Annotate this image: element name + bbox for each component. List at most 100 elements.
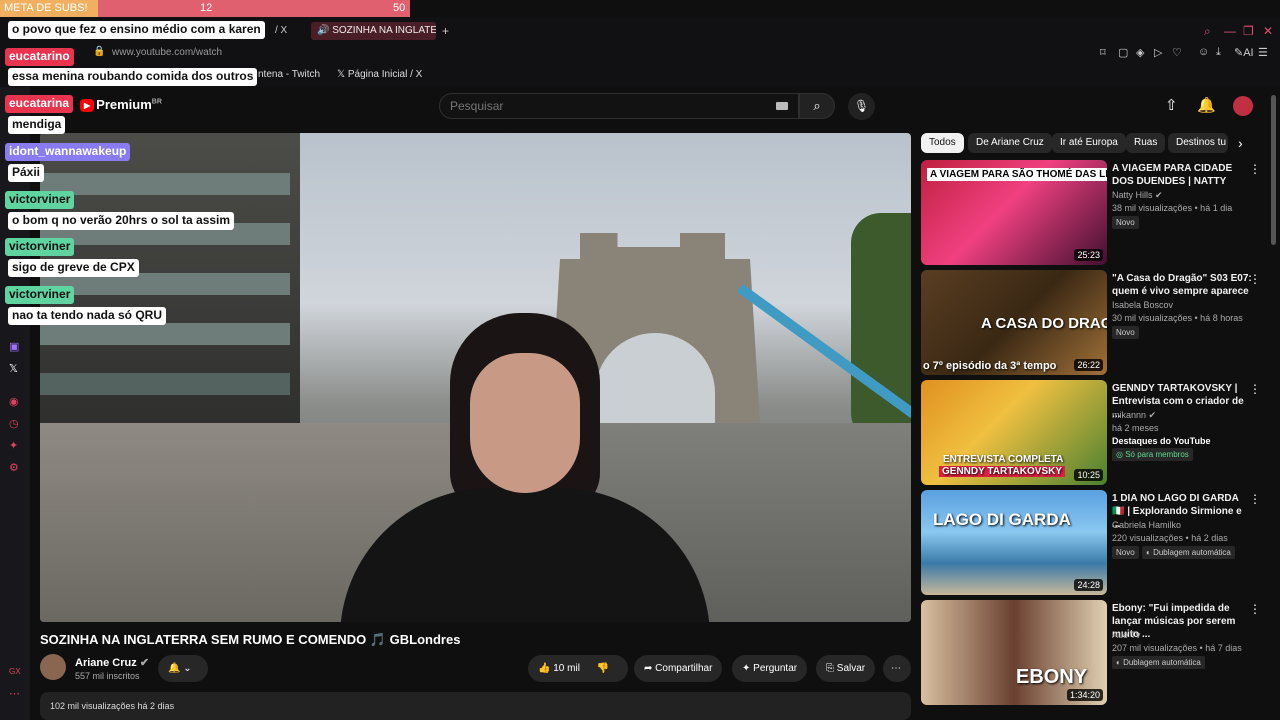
chevron-down-icon: ⌄ [183, 663, 192, 674]
mic-icon: 🎙 [853, 99, 870, 113]
more-vertical-icon[interactable]: ⋮ [1249, 602, 1261, 616]
chip-streets[interactable]: Ruas [1126, 133, 1166, 153]
dislike-button[interactable]: 👎 [597, 663, 609, 674]
duration-badge: 10:25 [1074, 469, 1103, 481]
clock-icon[interactable]: ◷ [9, 417, 19, 430]
thumbs-down-icon: 👎 [596, 663, 610, 674]
new-badge: Novo [1112, 216, 1139, 229]
like-dislike-group: 👍 10 mil 👎 [528, 655, 628, 682]
upload-icon[interactable]: ⇧ [1165, 96, 1178, 114]
dub-icon: ◐ [1116, 658, 1124, 667]
video-thumbnail[interactable]: A VIAGEM PARA SÃO THOMÉ DAS LETRAS 25:23 [921, 160, 1107, 265]
thumb-text: LAGO DI GARDA [933, 510, 1071, 529]
more-vertical-icon[interactable]: ⋮ [1249, 382, 1261, 396]
browser-tab-active[interactable]: 🔊 SOZINHA NA INGLATER [311, 22, 436, 40]
scrollbar[interactable] [1271, 95, 1276, 245]
auto-dub-badge: ◐ Dublagem automática [1112, 656, 1205, 669]
extension-icon[interactable]: ✦ [9, 439, 18, 452]
twitch-icon[interactable]: ▣ [9, 340, 19, 353]
tab-title: SOZINHA NA INGLATER [332, 25, 436, 36]
maximize-icon[interactable]: ❐ [1243, 24, 1254, 38]
search-icon-browser[interactable]: ⌕ [1204, 24, 1211, 39]
chip-europe[interactable]: Ir até Europa [1052, 133, 1126, 153]
search-button[interactable]: ⌕ [799, 93, 835, 119]
keyboard-icon[interactable] [776, 102, 788, 110]
like-button[interactable]: 👍 10 mil [538, 663, 580, 674]
bookmark-icon[interactable]: ⌑ [1100, 46, 1106, 59]
subs-goal: 50 [393, 2, 406, 14]
rec-meta: 30 mil visualizações • há 8 horas [1112, 313, 1243, 323]
settings-icon[interactable]: ⚙ [9, 461, 19, 474]
minimize-icon[interactable]: — [1224, 24, 1236, 38]
bookmark-twitch[interactable]: ntena - Twitch [258, 69, 320, 80]
bookmark-x-home[interactable]: 𝕏 Página Inicial / X [337, 69, 422, 80]
channel-avatar[interactable] [40, 654, 66, 680]
chat-message: Páxii [8, 164, 45, 182]
members-only-text: Só para membros [1125, 450, 1189, 459]
rec-meta: 207 mil visualizações • há 7 dias [1112, 643, 1242, 653]
save-button[interactable]: ⎘ Salvar [816, 655, 876, 682]
account-avatar[interactable] [1233, 96, 1253, 116]
recommendation-item[interactable]: EBONY 1:34:20 Ebony: "Fui impedida de la… [921, 600, 1261, 705]
video-thumbnail[interactable]: LAGO DI GARDA 24:28 [921, 490, 1107, 595]
video-thumbnail[interactable]: ENTREVISTA COMPLETA GENNDY TARTAKOVSKY 1… [921, 380, 1107, 485]
video-player[interactable] [40, 133, 911, 622]
members-icon: ◎ [1116, 450, 1126, 459]
ai-icon[interactable]: ✎AI [1234, 46, 1254, 59]
more-vertical-icon[interactable]: ⋮ [1249, 272, 1261, 286]
logo-text: Premium [96, 97, 152, 112]
youtube-logo[interactable]: ▶ PremiumBR [80, 97, 162, 112]
notifications-toggle[interactable]: 🔔 ⌄ [158, 655, 208, 682]
description-box[interactable]: 102 mil visualizações há 2 dias [40, 692, 911, 720]
chip-destinations[interactable]: Destinos tu [1168, 133, 1228, 153]
thumb-text: EBONY [1016, 666, 1088, 688]
channel-name[interactable]: Ariane Cruz ✔ [75, 656, 149, 669]
thumb-text: A VIAGEM PARA SÃO THOMÉ DAS LETRAS [927, 168, 1107, 181]
subs-meter-label: META DE SUBS! [4, 2, 88, 14]
recommendation-item[interactable]: A CASA DO DRAGÃO o 7º episódio da 3ª tem… [921, 270, 1261, 375]
recommendation-item[interactable]: LAGO DI GARDA 24:28 1 DIA NO LAGO DI GAR… [921, 490, 1261, 595]
x-sidebar-icon[interactable]: 𝕏 [9, 362, 18, 375]
verified-icon: ✔ [1148, 410, 1157, 420]
new-tab-button[interactable]: + [442, 24, 449, 38]
close-icon[interactable]: ✕ [1263, 24, 1273, 38]
rec-channel: mikannn ✔ [1112, 410, 1156, 421]
share-button[interactable]: ➦ Compartilhar [634, 655, 723, 682]
player-icon[interactable]: ◉ [9, 395, 19, 408]
chips-next-icon[interactable]: › [1238, 135, 1243, 151]
more-icon[interactable]: ⋯ [9, 687, 20, 700]
duration-badge: 1:34:20 [1066, 689, 1103, 701]
ask-label: Perguntar [753, 663, 798, 674]
shield-icon[interactable]: ◈ [1136, 46, 1144, 59]
search-input[interactable] [450, 99, 750, 113]
video-thumbnail[interactable]: EBONY 1:34:20 [921, 600, 1107, 705]
rec-meta: há 2 meses [1112, 423, 1159, 433]
menu-icon[interactable]: ☰ [1258, 46, 1268, 59]
heart-icon[interactable]: ♡ [1172, 46, 1182, 59]
logo-region: BR [151, 98, 162, 106]
screenshot-icon[interactable]: ▢ [1118, 46, 1128, 59]
recommendation-item[interactable]: ENTREVISTA COMPLETA GENNDY TARTAKOVSKY 1… [921, 380, 1261, 485]
profile-icon[interactable]: ☺ [1198, 46, 1209, 58]
ask-button[interactable]: ✦ Perguntar [732, 655, 808, 682]
share-label: Compartilhar [655, 663, 713, 674]
video-thumbnail[interactable]: A CASA DO DRAGÃO o 7º episódio da 3ª tem… [921, 270, 1107, 375]
url-bar[interactable]: www.youtube.com/watch [112, 47, 222, 58]
more-vertical-icon[interactable]: ⋮ [1249, 492, 1261, 506]
recommendation-item[interactable]: A VIAGEM PARA SÃO THOMÉ DAS LETRAS 25:23… [921, 160, 1261, 265]
more-actions-button[interactable]: ⋯ [883, 655, 911, 682]
play-icon[interactable]: ▷ [1154, 46, 1162, 59]
subs-goal-meter: META DE SUBS! 12 50 [0, 0, 410, 17]
duration-badge: 26:22 [1074, 359, 1103, 371]
chat-message: sigo de greve de CPX [8, 259, 139, 277]
save-icon: ⎘ [826, 663, 834, 674]
bookmark-label: Página Inicial / X [347, 69, 423, 80]
voice-search-button[interactable]: 🎙 [848, 93, 875, 120]
thumb-text: ENTREVISTA COMPLETA [943, 454, 1064, 465]
chip-all[interactable]: Todos [921, 133, 964, 153]
subs-current: 12 [200, 2, 213, 14]
download-icon[interactable]: ⤓ [1216, 46, 1221, 59]
more-vertical-icon[interactable]: ⋮ [1249, 162, 1261, 176]
notifications-bell-icon[interactable]: 🔔 [1197, 96, 1216, 114]
chip-from-channel[interactable]: De Ariane Cruz [968, 133, 1052, 153]
